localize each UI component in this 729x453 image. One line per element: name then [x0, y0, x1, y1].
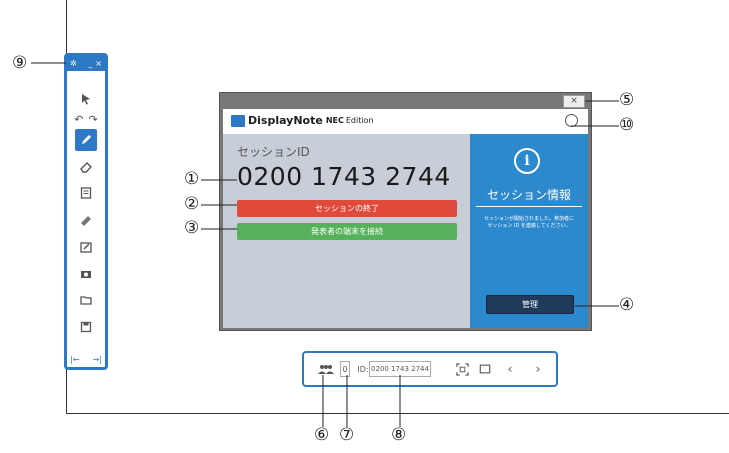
callout-2: ② — [184, 194, 200, 214]
callout-6: ⑥ — [314, 425, 330, 445]
callout-7: ⑦ — [339, 425, 355, 445]
callout-8: ⑧ — [391, 425, 407, 445]
callout-1: ① — [184, 169, 200, 189]
callout-4: ④ — [619, 295, 635, 315]
callout-9: ⑨ — [12, 53, 28, 73]
callout-5: ⑤ — [619, 90, 635, 110]
callout-3: ③ — [184, 218, 200, 238]
callout-10: ⑩ — [619, 115, 635, 135]
callout-lines — [31, 62, 619, 427]
